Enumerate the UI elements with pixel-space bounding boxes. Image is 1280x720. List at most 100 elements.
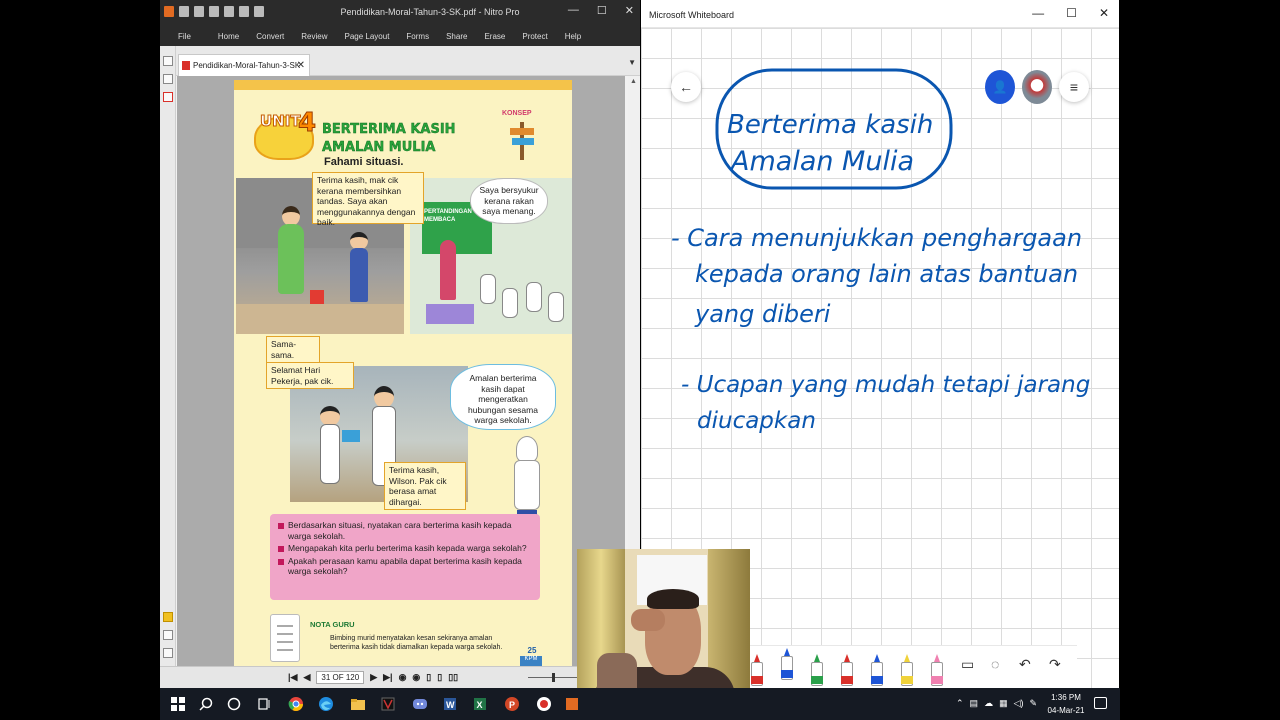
close-icon[interactable]: ✕ [625,4,634,17]
first-page-icon[interactable]: |◀ [288,672,297,683]
question-item: Berdasarkan situasi, nyatakan cara berte… [278,520,532,541]
nitro-title-bar: Pendidikan-Moral-Tahun-3-SK.pdf - Nitro … [160,0,640,26]
output-panel-icon[interactable] [163,630,173,640]
pen-red-icon[interactable] [751,654,763,686]
cortana-icon[interactable] [226,696,242,712]
tab-list-dropdown-icon[interactable]: ▼ [628,58,636,67]
undo-icon[interactable]: ↶ [1019,656,1031,673]
avatar[interactable] [1022,70,1052,104]
ink-point1-line1: - Cara menunjukkan penghargaan [671,224,1082,252]
zoom-slider-thumb[interactable] [552,673,555,682]
last-page-icon[interactable]: ▶| [383,672,392,683]
word-icon[interactable]: W [442,696,458,712]
maximize-icon[interactable]: ☐ [597,4,607,17]
page-subtitle: Fahami situasi. [324,156,404,168]
back-arrow-icon[interactable]: ← [671,72,701,102]
redo-icon[interactable]: ↷ [1049,656,1061,673]
hamburger-menu-icon[interactable]: ≡ [1059,72,1089,102]
ribbon-tab-erase[interactable]: Erase [484,32,505,41]
pen-blue-icon[interactable] [781,648,793,680]
page-top-band [234,80,572,90]
ribbon-tab-file[interactable]: File [178,32,191,41]
search-icon[interactable] [198,696,214,712]
document-viewer[interactable]: UNIT 4 BERTERIMA KASIH AMALAN MULIA Faha… [177,76,625,666]
ribbon-tab-review[interactable]: Review [301,32,327,41]
tray-app-icon[interactable]: ▤ [970,698,979,709]
file-explorer-icon[interactable] [350,696,366,712]
ribbon-tab-convert[interactable]: Convert [256,32,284,41]
document-tab[interactable]: Pendidikan-Moral-Tahun-3-SK ✕ [178,54,310,76]
back-view-icon[interactable]: ◉ [399,672,407,683]
pen-green-icon[interactable] [811,654,823,686]
chrome-icon[interactable] [288,696,304,712]
nitro-window-controls: — ☐ ✕ [568,4,634,17]
unit-number: 4 [297,108,317,139]
ribbon-tab-forms[interactable]: Forms [406,32,429,41]
pages-panel-icon[interactable] [163,56,173,66]
ink-point2-line1: - Ucapan yang mudah tetapi jarang [681,372,1090,398]
attachments-panel-icon[interactable] [163,92,173,102]
system-tray: ⌃ ▤ ☁ ▦ ◁) ✎ [956,698,1037,709]
kpm-logo: KPM [520,656,542,666]
question-item: Apakah perasaan kamu apabila dapat berte… [278,556,532,577]
page-indicator[interactable]: 31 OF 120 [316,671,365,684]
ink-point2-line2: diucapkan [697,408,816,434]
close-tab-icon[interactable]: ✕ [297,60,305,71]
document-tab-label: Pendidikan-Moral-Tahun-3-SK [193,61,301,70]
speech-bubble-selamat: Selamat Hari Pekerja, pak cik. [266,362,354,389]
tray-volume-icon[interactable]: ◁) [1014,698,1024,709]
unit-label: UNIT [260,112,302,131]
ribbon-tab-share[interactable]: Share [446,32,467,41]
edge-icon[interactable] [318,696,334,712]
powerpoint-icon[interactable]: P [504,696,520,712]
comments-panel-icon[interactable] [163,612,173,622]
ribbon-tab-help[interactable]: Help [565,32,581,41]
forward-view-icon[interactable]: ◉ [412,672,420,683]
ruler-icon[interactable]: ▭ [961,656,974,673]
tray-pen-icon[interactable]: ✎ [1030,698,1038,709]
ink-point1-line2: kepada orang lain atas bantuan [695,260,1078,288]
tray-overflow-icon[interactable]: ⌃ [956,698,964,709]
page-navigation: |◀ ◀ 31 OF 120 ▶ ▶| ◉ ◉ ▯ ▯ ▯▯ [288,671,458,684]
minimize-icon[interactable]: — [568,4,579,17]
ribbon-tab-home[interactable]: Home [218,32,239,41]
tray-network-icon[interactable]: ▦ [999,698,1008,709]
nitro-taskbar-icon[interactable] [564,696,580,712]
ribbon-tab-protect[interactable]: Protect [522,32,547,41]
excel-icon[interactable]: X [472,696,488,712]
previous-page-icon[interactable]: ◀ [303,672,310,683]
user-icon[interactable]: 👤 [985,70,1015,104]
nitro-pro-window: Pendidikan-Moral-Tahun-3-SK.pdf - Nitro … [160,0,640,688]
pen-red-2-icon[interactable] [841,654,853,686]
recorder-icon[interactable] [536,696,552,712]
eraser-icon[interactable] [931,654,943,686]
ink-box-line2: Amalan Mulia [729,146,914,177]
discord-icon[interactable] [412,696,428,712]
tray-cloud-icon[interactable]: ☁ [984,698,993,709]
next-page-icon[interactable]: ▶ [370,672,377,683]
page-title-line2: AMALAN MULIA [322,140,436,155]
taskbar-clock[interactable]: 1:36 PM 04-Mar-21 [1046,691,1086,717]
pen-blue-2-icon[interactable] [871,654,883,686]
scroll-up-icon[interactable]: ▲ [630,78,637,85]
single-page-view-icon[interactable]: ▯ [426,672,431,683]
highlighter-yellow-icon[interactable] [901,654,913,686]
lasso-select-icon[interactable]: ◌ [991,656,999,672]
task-view-icon[interactable] [256,696,272,712]
screen: Pendidikan-Moral-Tahun-3-SK.pdf - Nitro … [0,0,1280,720]
continuous-view-icon[interactable]: ▯ [437,672,442,683]
bookmarks-panel-icon[interactable] [163,74,173,84]
thought-bubble-bersyukur: Saya bersyukur kerana rakan saya menang. [470,178,548,224]
document-tab-bar: Pendidikan-Moral-Tahun-3-SK ✕ ▼ [160,46,640,76]
app-dark-icon[interactable] [380,696,396,712]
question-box: Berdasarkan situasi, nyatakan cara berte… [270,514,540,600]
ribbon-tab-page-layout[interactable]: Page Layout [344,32,389,41]
unit-badge: UNIT 4 [254,106,318,164]
windows-start-icon[interactable] [170,696,186,712]
notification-center-icon[interactable] [1094,697,1107,709]
fields-panel-icon[interactable] [163,648,173,658]
facing-view-icon[interactable]: ▯▯ [448,672,458,683]
ink-point1-line3: yang diberi [694,300,831,328]
ribbon-tabs: File Home Convert Review Page Layout For… [160,26,640,46]
svg-text:P: P [509,700,515,710]
